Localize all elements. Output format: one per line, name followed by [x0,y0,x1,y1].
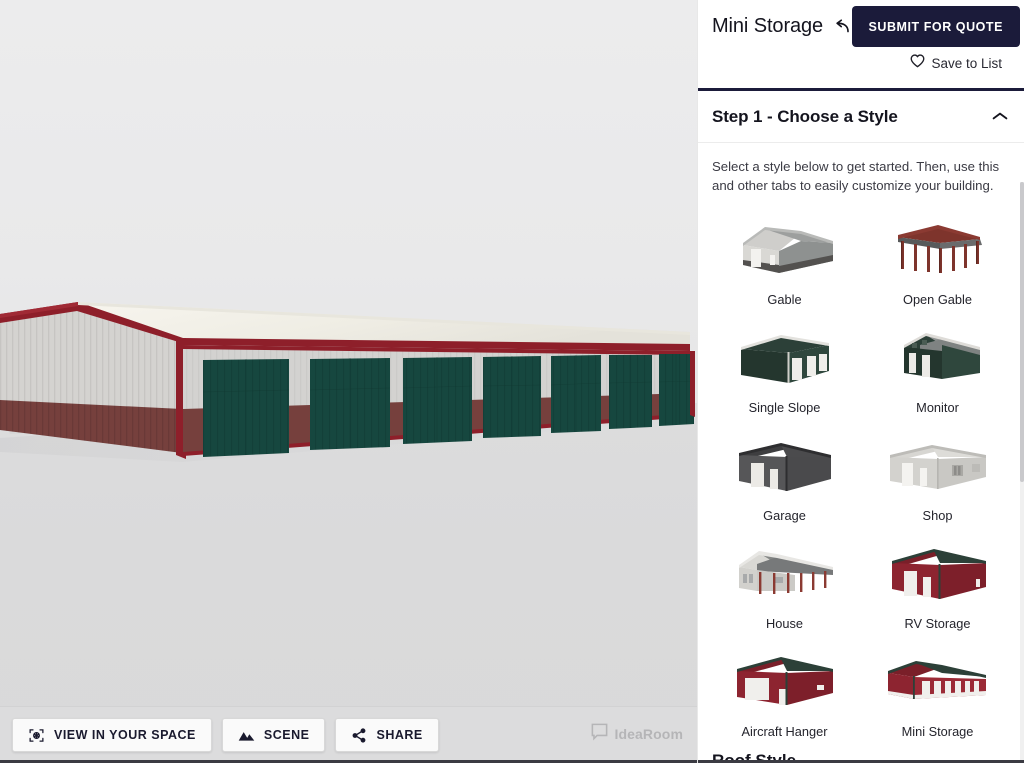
style-thumb-garage [726,429,844,501]
undo-arrow-icon[interactable] [832,17,852,37]
style-thumb-mini-storage [879,645,997,717]
speech-bubble-icon [590,722,609,746]
style-thumb-open-gable [879,213,997,285]
view-in-your-space-label: VIEW IN YOUR SPACE [54,728,196,742]
section-header-step1[interactable]: Step 1 - Choose a Style [698,91,1024,143]
3d-viewport[interactable]: VIEW IN YOUR SPACE SCENE [0,0,697,763]
app-root: VIEW IN YOUR SPACE SCENE [0,0,1024,763]
ar-cube-icon [28,727,45,744]
panel-scrollbar-thumb[interactable] [1020,182,1024,482]
scene-label: SCENE [264,728,310,742]
save-to-list-button[interactable]: Save to List [910,54,1002,73]
style-label-mini-storage: Mini Storage [902,724,974,739]
style-label-garage: Garage [763,508,806,523]
share-button[interactable]: SHARE [335,718,438,752]
section-description: Select a style below to get started. The… [698,143,1024,201]
style-thumb-single-slope [726,321,844,393]
heart-outline-icon [910,54,925,73]
style-grid: Gable [698,201,1024,745]
style-option-aircraft-hanger[interactable]: Aircraft Hanger [708,637,861,745]
style-option-house[interactable]: House [708,529,861,637]
style-option-single-slope[interactable]: Single Slope [708,313,861,421]
far-corner-post [690,351,695,417]
style-option-shop[interactable]: Shop [861,421,1014,529]
garage-doors [203,354,694,457]
section-title: Step 1 - Choose a Style [712,107,898,127]
style-thumb-aircraft-hanger [726,645,844,717]
style-label-shop: Shop [923,508,953,523]
style-label-open-gable: Open Gable [903,292,972,307]
style-option-monitor[interactable]: Monitor [861,313,1014,421]
share-label: SHARE [376,728,422,742]
submit-for-quote-button[interactable]: SUBMIT FOR QUOTE [852,6,1021,47]
design-title: Mini Storage [712,15,823,38]
style-option-rv-storage[interactable]: RV Storage [861,529,1014,637]
style-label-house: House [766,616,803,631]
scene-button[interactable]: SCENE [222,718,326,752]
style-thumb-rv-storage [879,537,997,609]
panel-header: Mini Storage SUBMIT FOR QUOTE Save to Li… [698,0,1024,88]
chevron-up-icon[interactable] [992,108,1008,126]
style-label-rv-storage: RV Storage [905,616,971,631]
panel-body[interactable]: Step 1 - Choose a Style Select a style b… [698,91,1024,763]
building-3d-model[interactable] [0,0,697,763]
idearoom-label: IdeaRoom [615,726,683,742]
style-thumb-gable [726,213,844,285]
save-to-list-label: Save to List [931,56,1002,71]
style-option-mini-storage[interactable]: Mini Storage [861,637,1014,745]
idearoom-watermark: IdeaRoom [590,722,683,746]
style-thumb-monitor [879,321,997,393]
style-label-monitor: Monitor [916,400,959,415]
style-option-garage[interactable]: Garage [708,421,861,529]
style-thumb-house [726,537,844,609]
style-option-gable[interactable]: Gable [708,205,861,313]
share-nodes-icon [351,727,367,744]
style-option-open-gable[interactable]: Open Gable [861,205,1014,313]
style-thumb-shop [879,429,997,501]
style-label-single-slope: Single Slope [749,400,821,415]
configurator-panel: Mini Storage SUBMIT FOR QUOTE Save to Li… [697,0,1024,763]
style-label-aircraft-hanger: Aircraft Hanger [741,724,827,739]
mountains-icon [238,728,255,742]
view-in-your-space-button[interactable]: VIEW IN YOUR SPACE [12,718,212,752]
style-label-gable: Gable [767,292,801,307]
